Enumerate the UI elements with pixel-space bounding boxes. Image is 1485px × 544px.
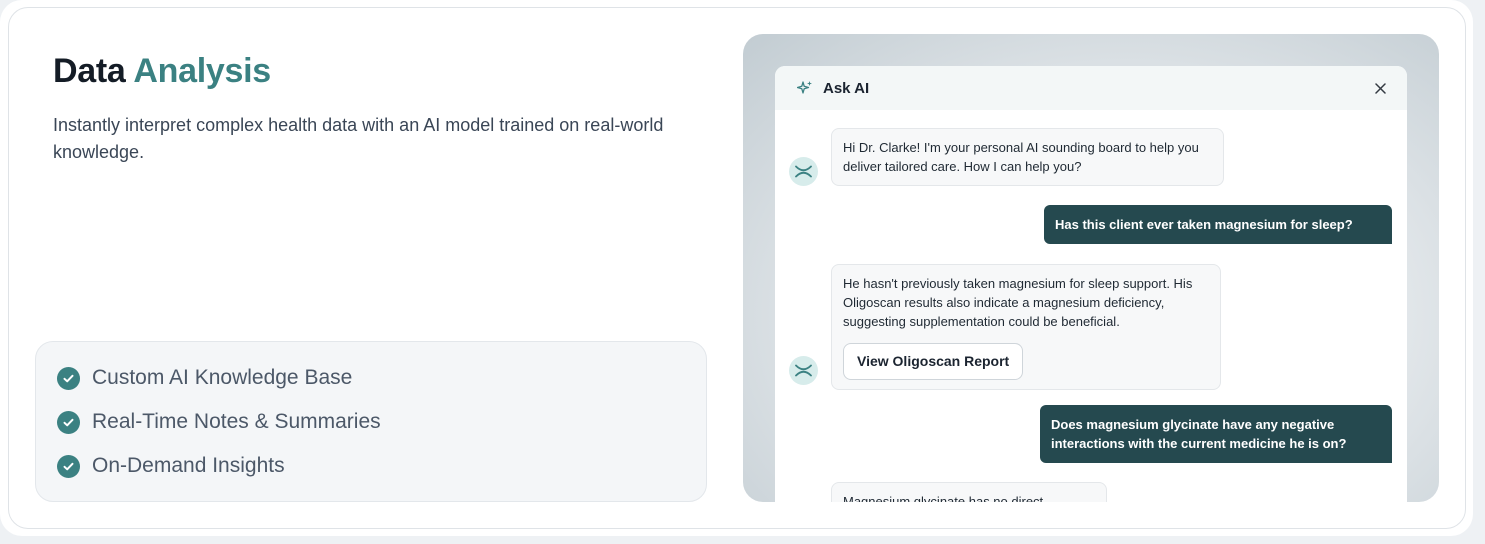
dialog-title: Ask AI (823, 79, 870, 97)
feature-label: On-Demand Insights (92, 454, 285, 477)
close-icon[interactable] (1371, 79, 1389, 97)
feature-item-knowledge-base: Custom AI Knowledge Base (57, 364, 352, 392)
feature-list: Custom AI Knowledge Base Real-Time Notes… (35, 341, 707, 502)
title-accent: Analysis (133, 52, 271, 90)
section-subtitle: Instantly interpret complex health data … (53, 115, 664, 162)
view-report-button[interactable]: View Oligoscan Report (843, 343, 1024, 380)
check-circle-icon (57, 410, 80, 434)
ai-message: Hi Dr. Clarke! I'm your personal AI soun… (831, 128, 1224, 186)
feature-label: Real-Time Notes & Summaries (92, 410, 381, 433)
user-message: Does magnesium glycinate have any negati… (1040, 405, 1392, 463)
sparkle-icon (796, 80, 813, 96)
ai-avatar-icon (789, 157, 818, 186)
feature-item-insights: On-Demand Insights (57, 452, 285, 480)
dialog-header: Ask AI (775, 66, 1407, 110)
ai-message: Magnesium glycinate has no direct (831, 482, 1107, 502)
check-circle-icon (57, 454, 80, 478)
check-circle-icon (57, 366, 80, 390)
user-message: Has this client ever taken magnesium for… (1044, 205, 1392, 244)
chat-preview-panel: Ask AI Hi Dr. Clarke! I'm your personal … (743, 34, 1439, 502)
ai-message: He hasn't previously taken magnesium for… (831, 264, 1221, 390)
ask-ai-dialog: Ask AI Hi Dr. Clarke! I'm your personal … (775, 66, 1407, 502)
feature-item-notes-summaries: Real-Time Notes & Summaries (57, 408, 381, 436)
ai-message-text: He hasn't previously taken magnesium for… (843, 276, 1193, 329)
title-main: Data (53, 52, 126, 90)
feature-label: Custom AI Knowledge Base (92, 366, 353, 389)
section-title: Data Analysis (53, 52, 271, 91)
ai-avatar-icon (789, 356, 818, 385)
